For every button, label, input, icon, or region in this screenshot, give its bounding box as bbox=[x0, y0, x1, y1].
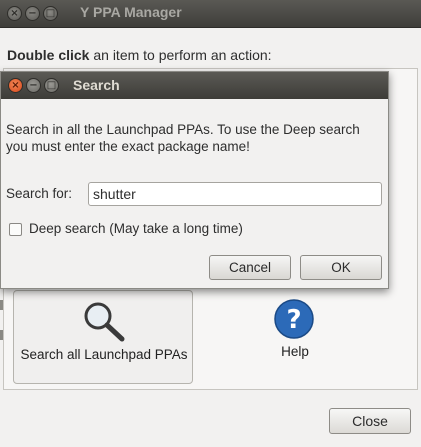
instruction-rest: an item to perform an action: bbox=[89, 47, 272, 63]
scroll-marker bbox=[0, 300, 3, 310]
minimize-icon[interactable]: − bbox=[25, 6, 40, 21]
search-input[interactable] bbox=[88, 182, 382, 206]
search-dialog: × − □ Search Search in all the Launchpad… bbox=[0, 71, 389, 289]
minimize-icon[interactable]: − bbox=[26, 78, 41, 93]
search-all-ppas-action[interactable]: Search all Launchpad PPAs bbox=[13, 290, 193, 384]
svg-text:?: ? bbox=[286, 305, 301, 335]
magnifier-icon bbox=[84, 302, 125, 342]
dialog-description: Search in all the Launchpad PPAs. To use… bbox=[6, 122, 360, 154]
window-title: Y PPA Manager bbox=[80, 4, 182, 20]
action-label: Search all Launchpad PPAs bbox=[20, 347, 188, 362]
dialog-title: Search bbox=[73, 77, 120, 93]
instruction-bold: Double click bbox=[7, 47, 90, 63]
main-titlebar: × − □ Y PPA Manager bbox=[0, 0, 421, 28]
close-icon[interactable]: × bbox=[8, 78, 23, 93]
deep-search-label[interactable]: Deep search (May take a long time) bbox=[29, 221, 243, 236]
instruction-text: Double click an item to perform an actio… bbox=[7, 47, 272, 63]
ok-button[interactable]: OK bbox=[300, 255, 382, 280]
cancel-button[interactable]: Cancel bbox=[209, 255, 291, 280]
help-action[interactable]: ? Help bbox=[240, 295, 350, 375]
scroll-marker bbox=[0, 330, 3, 340]
help-icon: ? bbox=[274, 299, 314, 339]
deep-search-checkbox[interactable] bbox=[9, 223, 22, 236]
search-label: Search for: bbox=[6, 186, 73, 201]
action-label: Help bbox=[281, 344, 309, 359]
maximize-icon[interactable]: □ bbox=[43, 6, 58, 21]
maximize-icon[interactable]: □ bbox=[44, 78, 59, 93]
dialog-titlebar: × − □ Search bbox=[1, 72, 388, 99]
close-icon[interactable]: × bbox=[7, 6, 22, 21]
close-button[interactable]: Close bbox=[329, 408, 411, 434]
